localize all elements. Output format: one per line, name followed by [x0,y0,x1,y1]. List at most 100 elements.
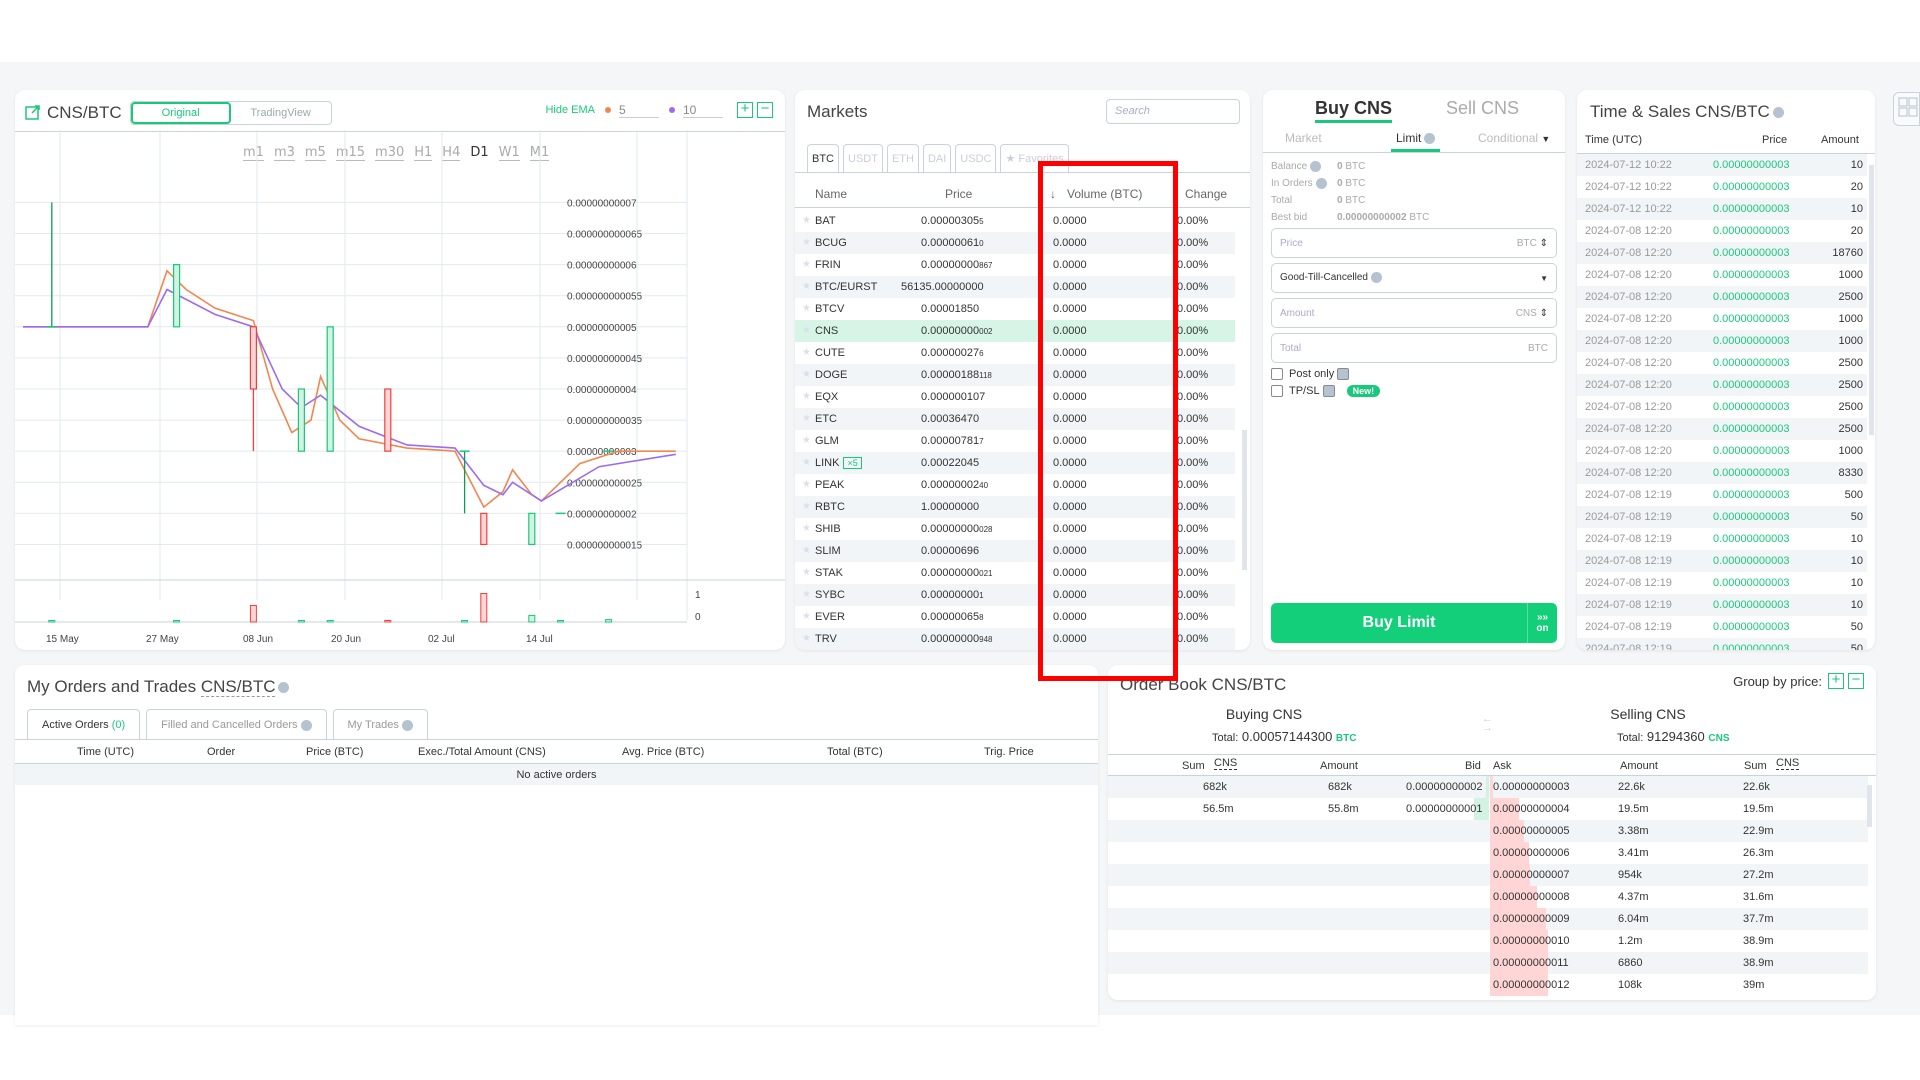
limit-label: Limit [1396,131,1422,145]
help-icon[interactable] [300,719,312,731]
order-type-limit[interactable]: Limit [1391,131,1441,152]
order-book-row[interactable]: 56.5m 55.8m 0.00000000001 0.00000000004 19.5… [1108,798,1868,820]
group-decrease-icon[interactable]: − [1848,672,1864,689]
market-tab-4[interactable]: USDC [955,144,997,172]
help-icon[interactable] [1310,160,1322,172]
market-tab-3[interactable]: DAI [922,144,952,172]
volume-bar [297,620,305,623]
star-icon[interactable]: ★ [802,325,811,336]
stepper-icon[interactable]: ⇕ [1540,238,1548,249]
star-icon[interactable]: ★ [802,501,811,512]
col-price[interactable]: Price [945,187,972,201]
star-icon[interactable]: ★ [802,303,811,314]
bid-sum-unit-toggle[interactable]: CNS [1214,757,1238,770]
tab-active-orders[interactable]: Active Orders (0) [27,709,141,739]
buy-tab[interactable]: Buy CNS [1315,98,1393,123]
star-icon[interactable]: ★ [802,369,811,380]
hide-ema-button[interactable]: Hide EMA [545,104,595,116]
star-icon[interactable]: ★ [802,347,811,358]
zoom-out-icon[interactable]: − [757,101,773,118]
star-icon[interactable]: ★ [802,259,811,270]
order-book-row[interactable]: 0.00000000011 6860 38.9m [1108,952,1868,974]
order-book-row[interactable]: 0.00000000006 3.41m 26.3m [1108,842,1868,864]
order-book-scrollbar[interactable] [1867,785,1872,827]
group-increase-icon[interactable]: + [1828,672,1844,689]
volume-bar [528,614,536,623]
help-icon[interactable] [1315,177,1327,189]
stepper-icon[interactable]: ⇕ [1540,308,1548,319]
checkbox-icon[interactable] [1271,368,1283,380]
star-icon[interactable]: ★ [802,391,811,402]
star-icon[interactable]: ★ [802,281,811,292]
price-input[interactable]: Price BTC ⇕ [1271,228,1557,258]
help-icon[interactable] [1322,385,1335,397]
price-unit: BTC [1516,237,1537,249]
market-change: 0.00% [1177,567,1209,579]
ema-fast-input[interactable]: 5 [619,103,659,118]
market-tab-2[interactable]: ETH [886,144,919,172]
star-icon[interactable]: ★ [802,589,811,600]
total-value: 0 [1337,195,1343,206]
star-icon[interactable]: ★ [802,457,811,468]
order-book-row[interactable]: 0.00000000012 108k 39m [1108,974,1868,996]
fast-mode-toggle[interactable]: »» on [1527,603,1557,643]
star-icon[interactable]: ★ [802,567,811,578]
star-icon[interactable]: ★ [802,545,811,556]
ask-sum-unit-toggle[interactable]: CNS [1776,757,1800,770]
market-tab-0[interactable]: BTC [807,144,839,172]
market-quote-tabs: BTC USDT ETH DAI USDC ★ Favorites [807,144,1069,172]
star-icon[interactable]: ★ [802,523,811,534]
col-name[interactable]: Name [815,187,847,201]
time-sales-scrollbar[interactable] [1869,165,1874,435]
order-book-row[interactable]: 0.00000000008 4.37m 31.6m [1108,886,1868,908]
star-icon[interactable]: ★ [802,611,811,622]
order-type-conditional[interactable]: Conditional ▼ [1478,131,1550,145]
swap-sides-icon[interactable]: ← → [1482,714,1493,734]
help-icon[interactable] [401,719,413,731]
star-icon[interactable]: ★ [802,413,811,424]
layout-grid-button[interactable] [1893,92,1920,126]
tpsl-checkbox[interactable]: TP/SL New! [1271,385,1381,397]
help-icon[interactable] [1424,133,1436,145]
amount-placeholder: Amount [1280,307,1315,319]
pair-link[interactable]: CNS/BTC [200,677,276,697]
checkbox-icon[interactable] [1271,385,1283,397]
star-icon[interactable]: ★ [802,435,811,446]
post-only-checkbox[interactable]: Post only [1271,368,1355,380]
market-search-input[interactable]: Search [1106,99,1240,124]
ema-slow-input[interactable]: 10 [683,103,723,118]
order-book-row[interactable]: 682k 682k 0.00000000002 0.00000000003 22.6k 2… [1108,776,1868,798]
col-change[interactable]: Change [1185,187,1227,201]
trade-row: 2024-07-12 10:22 0.00000000003 10 [1577,198,1867,220]
buy-limit-button[interactable]: Buy Limit »» on [1271,603,1557,643]
view-original-button[interactable]: Original [130,102,231,124]
help-icon[interactable] [1371,272,1382,284]
external-link-icon[interactable] [25,105,41,121]
star-icon[interactable]: ★ [802,633,811,644]
tab-filled-cancelled[interactable]: Filled and Cancelled Orders [146,709,327,739]
total-input[interactable]: Total BTC [1271,333,1557,363]
tab-my-trades[interactable]: My Trades [332,709,428,739]
amount-input[interactable]: Amount CNS ⇕ [1271,298,1557,328]
star-icon[interactable]: ★ [802,479,811,490]
order-book-row[interactable]: 0.00000000007 954k 27.2m [1108,864,1868,886]
order-book-row[interactable]: 0.00000000009 6.04m 37.7m [1108,908,1868,930]
trade-row: 2024-07-08 12:19 0.00000000003 10 [1577,550,1867,572]
help-icon[interactable] [1337,368,1350,380]
in-orders-value: 0 [1337,178,1343,189]
view-tradingview-button[interactable]: TradingView [231,102,331,124]
time-in-force-select[interactable]: Good-Till-Cancelled ▼ [1271,263,1557,293]
sell-tab[interactable]: Sell CNS [1446,98,1519,119]
zoom-in-icon[interactable]: + [737,101,753,118]
star-icon[interactable]: ★ [802,237,811,248]
best-bid-value[interactable]: 0.00000000002 [1337,212,1407,223]
order-type-market[interactable]: Market [1285,131,1322,145]
markets-scrollbar[interactable] [1242,430,1247,570]
help-icon[interactable] [278,682,290,694]
price-chart[interactable]: 0.00000000007 0.000000000065 0.00000000006… [15,130,785,650]
order-book-row[interactable]: 0.00000000010 1.2m 38.9m [1108,930,1868,952]
order-book-row[interactable]: 0.00000000005 3.38m 22.9m [1108,820,1868,842]
star-icon[interactable]: ★ [802,215,811,226]
help-icon[interactable] [1772,107,1784,119]
market-tab-1[interactable]: USDT [843,144,883,172]
